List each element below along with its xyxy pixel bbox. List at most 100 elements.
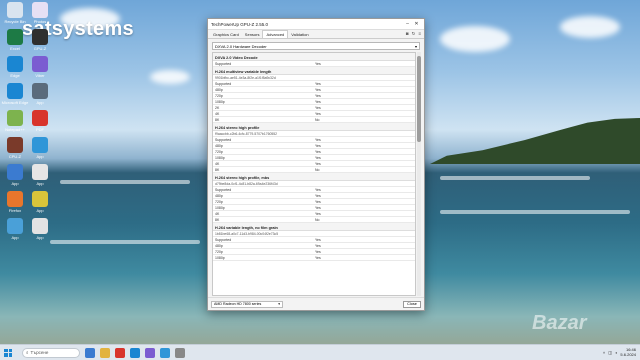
clock[interactable]: 16:46 5.6.2024	[620, 347, 636, 357]
desktop-shortcut[interactable]: Photos	[29, 2, 51, 24]
windows-start-icon[interactable]	[4, 348, 12, 357]
desktop-shortcut[interactable]: App	[4, 218, 26, 240]
desktop-shortcut[interactable]: CPU-Z	[4, 137, 26, 159]
desktop-shortcut-label: Photos	[33, 19, 47, 24]
section-header: DXVA 2.0 Video Decode	[213, 53, 415, 61]
desktop-shortcut-label: Notepad++	[5, 127, 25, 132]
desktop-shortcut[interactable]: App	[29, 137, 51, 159]
desktop-shortcut[interactable]: App	[29, 191, 51, 213]
desktop-shortcut-label: App	[11, 235, 19, 240]
taskbar-app-icon[interactable]	[160, 347, 170, 358]
gpu-selector[interactable]: AMD Radeon HD 7800 series ▾	[211, 300, 283, 308]
property-name: 1080p	[215, 99, 225, 104]
chevron-down-icon: ▾	[414, 43, 417, 49]
viber-icon	[32, 56, 48, 72]
desktop-shortcut[interactable]: App	[29, 83, 51, 105]
desktop-shortcut-label: Firefox	[8, 208, 22, 213]
property-name: 2K	[215, 105, 220, 110]
app-icon	[32, 83, 48, 99]
tab-validation[interactable]: Validation	[288, 31, 311, 38]
taskbar-search[interactable]: ⌕ Търсене	[22, 347, 80, 358]
desktop-shortcut[interactable]: App	[4, 164, 26, 186]
search-icon: ⌕	[26, 350, 29, 355]
desktop-shortcut[interactable]: GPU-Z	[29, 29, 51, 51]
property-name: 720p	[215, 199, 223, 204]
tab-advanced[interactable]: Advanced	[262, 30, 289, 38]
close-button[interactable]: Close	[403, 300, 421, 308]
network-icon[interactable]: ◫	[608, 350, 612, 355]
desktop-shortcut-label: Edge	[10, 73, 20, 78]
property-value: Yes	[315, 187, 321, 192]
desktop-shortcut-label: App	[11, 181, 19, 186]
app-icon	[32, 137, 48, 153]
property-name: 720p	[215, 149, 223, 154]
desktop-shortcut[interactable]: Microsoft Edge	[2, 83, 28, 105]
app-icon	[7, 164, 23, 180]
camera-icon[interactable]: ◙	[406, 31, 409, 37]
property-value: Yes	[315, 143, 321, 148]
property-value: No	[315, 167, 320, 172]
chevron-up-icon[interactable]: ˄	[603, 350, 605, 355]
desktop-shortcut-label: App	[36, 154, 44, 159]
taskbar-app-icon[interactable]	[145, 347, 155, 358]
excel-icon	[7, 29, 23, 45]
property-name: 4K	[215, 161, 220, 166]
tab-graphics-card[interactable]: Graphics Card	[210, 31, 242, 38]
desktop-shortcut[interactable]: Excel	[4, 29, 26, 51]
property-name: Supported	[215, 187, 232, 192]
taskbar-app-icon[interactable]	[100, 347, 110, 358]
property-value: Yes	[315, 161, 321, 166]
taskbar: ⌕ Търсене ˄ ◫ ◖ 16:46 5.6.2024	[0, 344, 640, 360]
property-value: Yes	[315, 61, 321, 66]
notepad-icon	[7, 110, 23, 126]
property-name: 480p	[215, 87, 223, 92]
taskbar-app-icon[interactable]	[175, 347, 185, 358]
minimize-icon[interactable]: –	[403, 20, 412, 29]
recycle-bin-icon	[7, 2, 23, 18]
desktop-shortcut[interactable]: Edge	[4, 56, 26, 78]
property-value: Yes	[315, 137, 321, 142]
menu-icon[interactable]: ≡	[418, 31, 421, 37]
app-icon	[32, 164, 48, 180]
desktop-shortcut[interactable]: Viber	[29, 56, 51, 78]
clock-date: 5.6.2024	[620, 351, 636, 357]
desktop-shortcut-label: CPU-Z	[8, 154, 22, 159]
window-title: TechPowerUp GPU-Z 2.55.0	[211, 21, 269, 27]
property-name: Supported	[215, 137, 232, 142]
close-window-icon[interactable]: ✕	[412, 20, 421, 29]
property-name: 8K	[215, 117, 220, 122]
desktop-shortcut[interactable]: Firefox	[4, 191, 26, 213]
volume-icon[interactable]: ◖	[615, 350, 617, 355]
taskbar-app-icon[interactable]	[130, 347, 140, 358]
property-value: Yes	[315, 99, 321, 104]
property-name: Supported	[215, 81, 232, 86]
scrollbar-thumb[interactable]	[417, 56, 421, 142]
property-value: Yes	[315, 81, 321, 86]
wave	[440, 210, 630, 214]
property-name: 8K	[215, 167, 220, 172]
property-name: 1080p	[215, 155, 225, 160]
property-value: Yes	[315, 255, 321, 260]
desktop-shortcut-label: Viber	[35, 73, 45, 78]
tab-sensors[interactable]: Sensors	[242, 31, 263, 38]
desktop-shortcut[interactable]: App	[29, 164, 51, 186]
property-name: Supported	[215, 237, 232, 242]
desktop-shortcut[interactable]: Notepad++	[4, 110, 26, 132]
property-name: 4K	[215, 211, 220, 216]
desktop-shortcut[interactable]: Recycle Bin	[4, 2, 26, 24]
refresh-icon[interactable]: ↻	[412, 31, 416, 37]
section-header: H.264 stereo high profile	[213, 123, 415, 131]
desktop-shortcut[interactable]: App	[29, 218, 51, 240]
info-category-dropdown[interactable]: DXVA 2.0 Hardware Decoder ▾	[212, 42, 420, 50]
property-value: Yes	[315, 237, 321, 242]
property-value: Yes	[315, 193, 321, 198]
desktop-shortcut[interactable]: PDF	[29, 110, 51, 132]
taskbar-app-icon[interactable]	[85, 347, 95, 358]
taskbar-app-icon[interactable]	[115, 347, 125, 358]
title-bar[interactable]: TechPowerUp GPU-Z 2.55.0 – ✕	[208, 19, 424, 30]
property-name: 720p	[215, 249, 223, 254]
scrollbar[interactable]	[417, 52, 421, 296]
chevron-down-icon: ▾	[278, 302, 280, 306]
gpuz-icon	[32, 29, 48, 45]
property-value: Yes	[315, 199, 321, 204]
